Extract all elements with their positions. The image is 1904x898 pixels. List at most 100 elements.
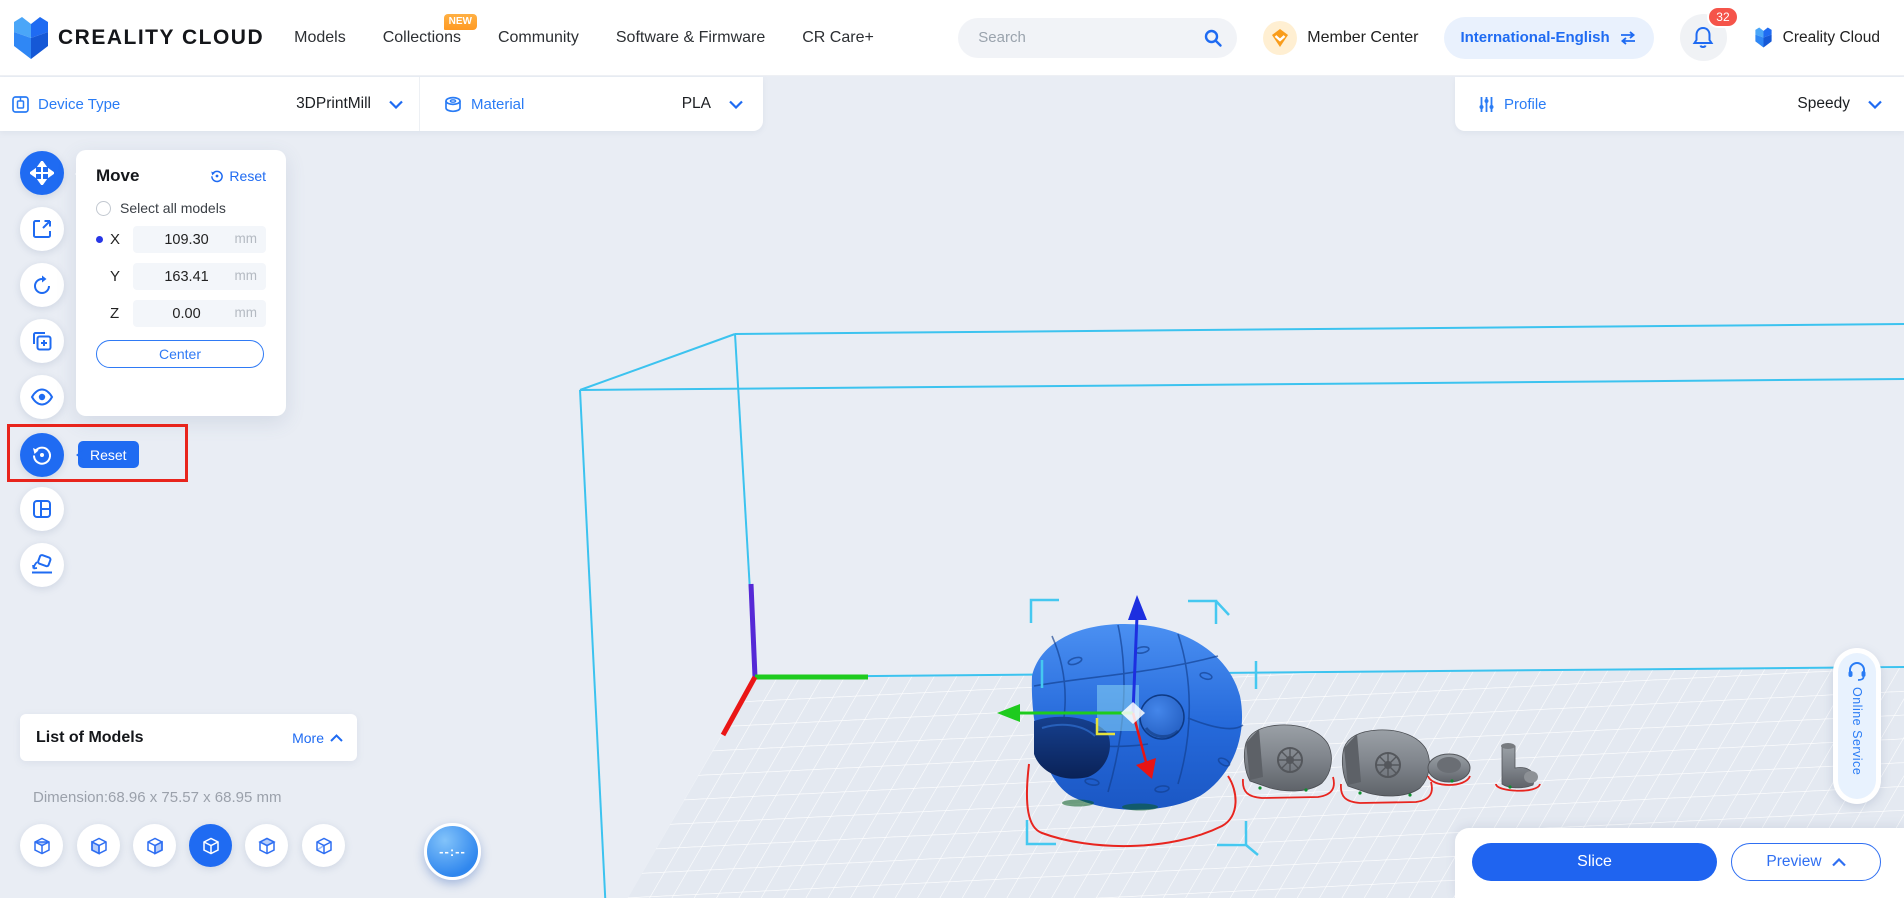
move-panel: Move Reset Select all models X mm Y mm xyxy=(75,150,286,416)
sliders-icon xyxy=(1479,96,1494,112)
search-box[interactable] xyxy=(958,17,1238,58)
select-all-models-label: Select all models xyxy=(120,200,226,216)
member-center[interactable]: Member Center xyxy=(1263,20,1419,55)
device-type-selector[interactable]: Device Type 3DPrintMill xyxy=(0,77,419,131)
online-service-tab[interactable]: Online Service xyxy=(1833,648,1881,804)
config-bar-right: Profile Speedy xyxy=(1455,77,1904,131)
cube-view-icon xyxy=(33,837,50,854)
move-panel-title: Move xyxy=(96,166,140,185)
nav-community[interactable]: Community xyxy=(498,29,579,47)
chevron-up-icon xyxy=(1831,857,1846,866)
list-of-models-bar[interactable]: List of Models More xyxy=(20,714,357,761)
chevron-down-icon xyxy=(729,100,743,109)
config-bar-left: Device Type 3DPrintMill Material PLA xyxy=(0,77,763,131)
axis-row-y: Y mm xyxy=(96,263,266,290)
nav-models[interactable]: Models xyxy=(294,29,346,47)
view-preset-button-4[interactable] xyxy=(189,824,232,867)
member-badge-icon xyxy=(1263,20,1298,55)
nav-collections[interactable]: Collections NEW xyxy=(383,13,477,47)
move-icon xyxy=(30,161,54,185)
top-header: CREALITY CLOUD Models Collections NEW Co… xyxy=(0,0,1904,76)
scale-tool-button[interactable] xyxy=(20,207,64,251)
bell-icon xyxy=(1692,26,1714,48)
slice-button[interactable]: Slice xyxy=(1472,843,1717,881)
center-button[interactable]: Center xyxy=(96,340,264,368)
cube-view-icon xyxy=(90,837,107,855)
cube-view-icon xyxy=(202,837,219,854)
nav-software-firmware[interactable]: Software & Firmware xyxy=(616,29,765,47)
creality-logo-icon xyxy=(14,16,48,59)
material-selector[interactable]: Material PLA xyxy=(420,77,763,131)
split-tool-button[interactable] xyxy=(20,487,64,531)
x-axis-label: X xyxy=(110,231,121,248)
device-type-label: Device Type xyxy=(38,95,121,113)
move-reset-link[interactable]: Reset xyxy=(210,168,266,184)
cube-view-icon xyxy=(315,837,332,854)
print-time-value: --:-- xyxy=(439,844,466,859)
move-tool-button[interactable] xyxy=(20,151,64,195)
main-nav: Models Collections NEW Community Softwar… xyxy=(294,13,874,47)
more-toggle[interactable]: More xyxy=(292,730,343,746)
filament-spool-icon xyxy=(445,96,461,112)
view-preset-button-1[interactable] xyxy=(20,824,63,867)
y-axis-dot xyxy=(96,273,103,280)
reset-icon xyxy=(211,170,224,183)
nav-cr-care[interactable]: CR Care+ xyxy=(802,29,874,47)
search-input[interactable] xyxy=(978,29,1204,46)
language-label: International-English xyxy=(1460,29,1610,46)
chevron-up-icon xyxy=(330,733,343,742)
creality-logo[interactable]: CREALITY CLOUD xyxy=(12,16,264,60)
slice-action-panel: Slice Preview xyxy=(1455,828,1904,898)
account-name: Creality Cloud xyxy=(1782,28,1880,46)
print-time-indicator[interactable]: --:-- xyxy=(424,823,481,880)
x-unit-label: mm xyxy=(234,231,258,246)
notifications-button[interactable]: 32 xyxy=(1679,6,1739,61)
account-logo-icon xyxy=(1755,27,1772,48)
eye-icon xyxy=(30,388,54,406)
z-axis-label: Z xyxy=(110,305,120,322)
account-menu[interactable]: Creality Cloud xyxy=(1753,27,1880,48)
logo-text: CREALITY CLOUD xyxy=(58,25,265,49)
new-badge: NEW xyxy=(443,13,477,30)
clone-tool-button[interactable] xyxy=(20,319,64,363)
profile-selector[interactable]: Profile Speedy xyxy=(1455,77,1904,131)
language-swap-icon xyxy=(1620,30,1635,45)
profile-label: Profile xyxy=(1504,95,1547,113)
visibility-tool-button[interactable] xyxy=(20,375,64,419)
device-type-value: 3DPrintMill xyxy=(296,95,371,112)
rotate-icon xyxy=(34,275,50,294)
cube-view-icon xyxy=(257,837,276,854)
language-switcher[interactable]: International-English xyxy=(1444,16,1654,59)
material-label: Material xyxy=(471,95,525,113)
view-preset-button-2[interactable] xyxy=(77,824,120,867)
axis-row-z: Z mm xyxy=(96,300,266,327)
member-center-label: Member Center xyxy=(1307,28,1419,46)
reset-tooltip: Reset xyxy=(76,441,139,468)
rotate-tool-button[interactable] xyxy=(20,263,64,307)
view-preset-button-3[interactable] xyxy=(133,824,176,867)
view-preset-button-6[interactable] xyxy=(302,824,345,867)
notification-count-badge: 32 xyxy=(1707,6,1739,28)
select-all-models-radio[interactable] xyxy=(96,200,111,216)
y-axis-label: Y xyxy=(110,268,121,285)
list-of-models-title: List of Models xyxy=(36,728,144,746)
printer-icon xyxy=(12,95,29,113)
scale-icon xyxy=(33,220,51,238)
model-dimension-text: Dimension:68.96 x 75.57 x 68.95 mm xyxy=(33,789,282,806)
y-unit-label: mm xyxy=(234,268,258,283)
cube-view-icon xyxy=(146,837,163,855)
view-preset-button-5[interactable] xyxy=(245,824,288,867)
z-unit-label: mm xyxy=(234,305,258,320)
split-icon xyxy=(33,500,51,518)
chevron-down-icon xyxy=(389,100,403,109)
profile-value: Speedy xyxy=(1797,95,1850,112)
lay-flat-tool-button[interactable] xyxy=(20,543,64,587)
z-axis-dot xyxy=(96,310,103,317)
clone-icon xyxy=(33,332,52,351)
headset-icon xyxy=(1848,662,1866,681)
chevron-down-icon xyxy=(1868,100,1882,109)
search-icon[interactable] xyxy=(1203,28,1223,48)
x-axis-dot xyxy=(96,236,103,243)
preview-button[interactable]: Preview xyxy=(1731,843,1881,881)
axis-row-x: X mm xyxy=(96,226,266,253)
